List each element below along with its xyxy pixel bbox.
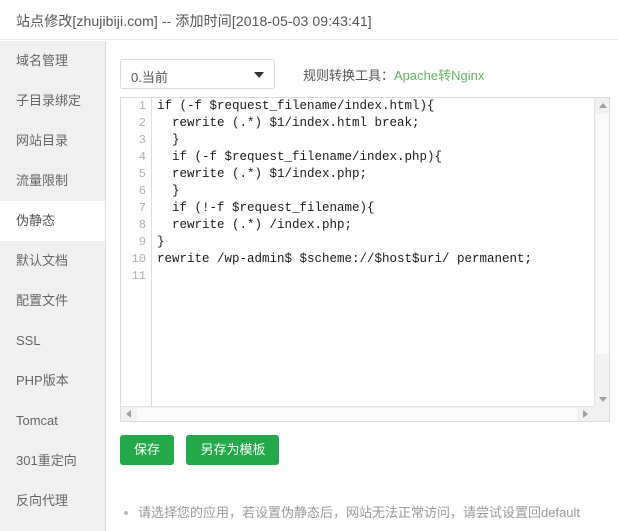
line-number: 10 xyxy=(131,252,146,266)
editor-code-area[interactable]: if (-f $request_filename/index.html){ re… xyxy=(153,98,595,407)
sidebar-item-rewrite[interactable]: 伪静态 xyxy=(0,201,105,241)
line-number: 4 xyxy=(138,150,146,164)
sidebar-item-domain-management[interactable]: 域名管理 xyxy=(0,41,105,81)
line-number-gutter: 1 2 3 4 5 6 7 8 9 10 11 xyxy=(121,98,152,407)
scrollbar-corner xyxy=(594,406,609,421)
line-number: 8 xyxy=(138,218,146,232)
code-line: } xyxy=(157,184,180,198)
apache-to-nginx-link[interactable]: Apache转Nginx xyxy=(394,68,484,83)
line-number: 11 xyxy=(131,269,146,283)
save-button[interactable]: 保存 xyxy=(120,435,175,465)
page-root: 站点修改[zhujibiji.com] -- 添加时间[2018-05-03 0… xyxy=(0,0,618,531)
sidebar-item-website-directory[interactable]: 网站目录 xyxy=(0,121,105,161)
code-line: if (-f $request_filename/index.html){ xyxy=(157,99,435,113)
sidebar: 域名管理 子目录绑定 网站目录 流量限制 伪静态 默认文档 配置文件 SSL P… xyxy=(0,41,106,531)
editor-horizontal-scrollbar[interactable] xyxy=(121,406,609,421)
editor-action-buttons: 保存 另存为模板 xyxy=(120,435,287,467)
application-select[interactable]: 0.当前 xyxy=(120,59,275,89)
scroll-down-arrow-icon[interactable] xyxy=(595,392,609,407)
rule-converter-text: 规则转换工具： xyxy=(303,68,395,83)
application-select-value: 0.当前 xyxy=(131,70,168,85)
code-line: rewrite /wp-admin$ $scheme://$host$uri/ … xyxy=(157,252,533,266)
chevron-down-icon xyxy=(254,72,264,78)
help-notes: 请选择您的应用，若设置伪静态后，网站无法正常访问，请尝试设置回default 您… xyxy=(120,499,615,531)
sidebar-item-subdirectory-binding[interactable]: 子目录绑定 xyxy=(0,81,105,121)
scroll-up-arrow-icon[interactable] xyxy=(595,98,609,113)
scroll-right-arrow-icon[interactable] xyxy=(578,407,593,421)
page-title: 站点修改[zhujibiji.com] -- 添加时间[2018-05-03 0… xyxy=(16,13,372,29)
vertical-scroll-thumb[interactable] xyxy=(596,114,609,354)
sidebar-item-tomcat[interactable]: Tomcat xyxy=(0,401,105,441)
code-line: rewrite (.*) $1/index.php; xyxy=(157,167,368,181)
save-as-template-button[interactable]: 另存为模板 xyxy=(186,435,280,465)
editor-vertical-scrollbar[interactable] xyxy=(594,98,609,407)
sidebar-item-config-file[interactable]: 配置文件 xyxy=(0,281,105,321)
sidebar-item-ssl[interactable]: SSL xyxy=(0,321,105,361)
line-number: 7 xyxy=(138,201,146,215)
code-line: } xyxy=(157,235,165,249)
scroll-left-arrow-icon[interactable] xyxy=(121,407,136,421)
editor-viewport: 1 2 3 4 5 6 7 8 9 10 11 if (-f $request_… xyxy=(121,98,595,407)
code-line: rewrite (.*) $1/index.html break; xyxy=(157,116,420,130)
main-content: 0.当前 规则转换工具：Apache转Nginx 1 2 3 4 5 6 7 8 xyxy=(107,41,618,531)
rule-converter-label: 规则转换工具：Apache转Nginx xyxy=(303,65,484,84)
horizontal-scroll-thumb[interactable] xyxy=(137,408,577,421)
rewrite-rules-editor[interactable]: 1 2 3 4 5 6 7 8 9 10 11 if (-f $request_… xyxy=(120,97,610,422)
bullet-icon xyxy=(124,511,128,515)
line-number: 2 xyxy=(138,116,146,130)
sidebar-item-reverse-proxy[interactable]: 反向代理 xyxy=(0,481,105,521)
line-number: 9 xyxy=(138,235,146,249)
line-number: 3 xyxy=(138,133,146,147)
line-number: 5 xyxy=(138,167,146,181)
editor-toolbar: 0.当前 规则转换工具：Apache转Nginx xyxy=(120,59,610,91)
note-text: 请选择您的应用，若设置伪静态后，网站无法正常访问，请尝试设置回default xyxy=(138,505,581,520)
page-header: 站点修改[zhujibiji.com] -- 添加时间[2018-05-03 0… xyxy=(0,0,618,40)
code-line: if (!-f $request_filename){ xyxy=(157,201,375,215)
list-item: 您可以对伪静态规则进行修改，修改完后保存即可。 xyxy=(120,526,615,531)
line-number: 1 xyxy=(138,99,146,113)
line-number: 6 xyxy=(138,184,146,198)
sidebar-item-301-redirect[interactable]: 301重定向 xyxy=(0,441,105,481)
sidebar-item-traffic-limit[interactable]: 流量限制 xyxy=(0,161,105,201)
code-line: } xyxy=(157,133,180,147)
code-line: if (-f $request_filename/index.php){ xyxy=(157,150,443,164)
sidebar-item-default-document[interactable]: 默认文档 xyxy=(0,241,105,281)
code-line: rewrite (.*) /index.php; xyxy=(157,218,353,232)
list-item: 请选择您的应用，若设置伪静态后，网站无法正常访问，请尝试设置回default xyxy=(120,499,615,526)
sidebar-item-php-version[interactable]: PHP版本 xyxy=(0,361,105,401)
